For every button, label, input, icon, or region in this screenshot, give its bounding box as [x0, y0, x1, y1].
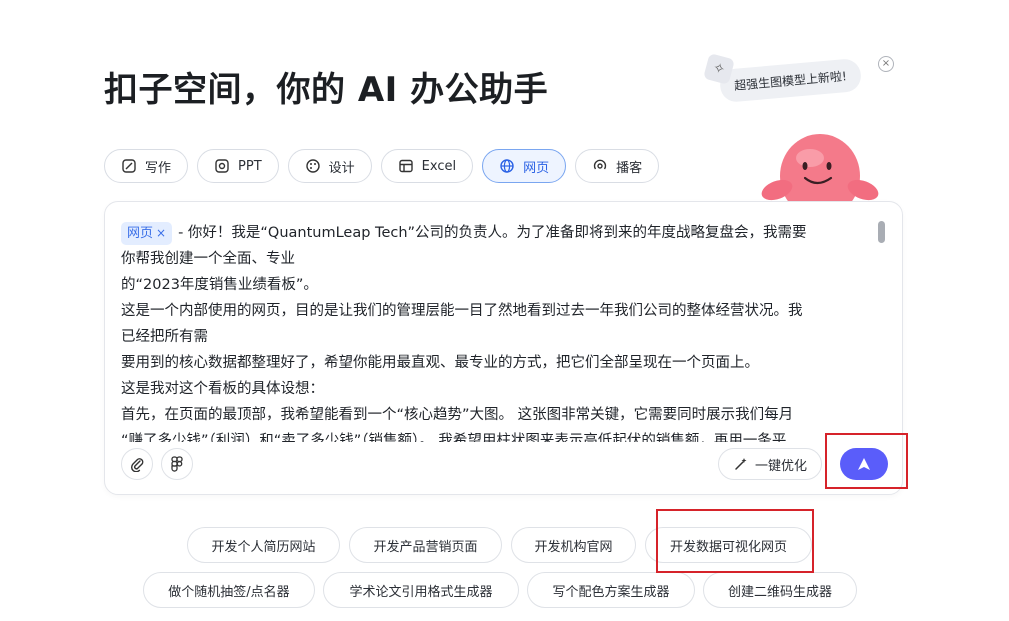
- figma-button[interactable]: [161, 448, 193, 480]
- promo-bubble[interactable]: 超强生图模型上新啦!: [718, 57, 862, 104]
- table-icon: [398, 159, 413, 173]
- optimize-button[interactable]: 一键优化: [718, 448, 823, 480]
- paperclip-icon: [130, 458, 144, 472]
- chip-label: 网页: [127, 226, 154, 241]
- tab-design[interactable]: 设计: [287, 149, 372, 183]
- prompt-line: 要用到的核心数据都整理好了，希望你能用最直观、最专业的方式，把它们全部呈现在一个…: [121, 355, 759, 371]
- highlight-send-annotation: [825, 433, 908, 489]
- globe-icon: [500, 159, 514, 173]
- suggestion-chip[interactable]: 开发个人简历网站: [187, 527, 340, 563]
- prompt-line: 已经把所有需: [121, 329, 208, 345]
- attach-button[interactable]: [121, 448, 153, 480]
- scrollbar-thumb[interactable]: [878, 221, 885, 243]
- tab-webpage[interactable]: 网页: [482, 149, 567, 183]
- prompt-composer[interactable]: 网页 × - 你好！我是“QuantumLeap Tech”公司的负责人。为了准备即…: [104, 201, 903, 495]
- mode-tabs: 写作 PPT 设计 Excel 网页 播客: [104, 149, 660, 183]
- tab-label: 播客: [616, 160, 643, 176]
- tab-label: 设计: [328, 160, 355, 176]
- pink-mascot: [761, 134, 879, 213]
- suggestion-chip[interactable]: 学术论文引用格式生成器: [323, 572, 519, 608]
- suggestion-chip[interactable]: 写个配色方案生成器: [527, 572, 695, 608]
- optimize-label: 一键优化: [755, 458, 808, 474]
- suggestion-chip[interactable]: 开发产品营销页面: [349, 527, 502, 563]
- prompt-line: 这是我对这个看板的具体设想：: [121, 381, 324, 397]
- prompt-textarea[interactable]: 网页 × - 你好！我是“QuantumLeap Tech”公司的负责人。为了准备即…: [121, 220, 879, 442]
- chip-close-icon[interactable]: ×: [156, 226, 166, 240]
- promo-banner[interactable]: 超强生图模型上新啦! ✧ ×: [700, 50, 915, 213]
- tab-write[interactable]: 写作: [104, 149, 189, 183]
- suggestion-chip[interactable]: 开发机构官网: [511, 527, 636, 563]
- prompt-line: “赚了多少钱”（利润）和“卖了多少钱”（销售额）。 我希望用柱状图来表示高低起伏…: [121, 433, 787, 442]
- page-title: 扣子空间，你的 AI 办公助手: [104, 70, 549, 110]
- prompt-line: 你帮我创建一个全面、专业: [121, 251, 295, 267]
- write-icon: [122, 159, 136, 173]
- close-icon[interactable]: ×: [878, 56, 894, 72]
- highlight-suggestion-annotation: [656, 509, 814, 573]
- ppt-icon: [215, 159, 229, 173]
- prompt-line-first: 网页 × - 你好！我是“QuantumLeap Tech”公司的负责人。为了准备即…: [121, 220, 879, 246]
- tab-label: 写作: [145, 160, 172, 176]
- prompt-line: 这是一个内部使用的网页，目的是让我们的管理层能一目了然地看到过去一年我们公司的整…: [121, 303, 803, 319]
- tab-excel[interactable]: Excel: [380, 149, 474, 183]
- tab-label: PPT: [238, 158, 262, 174]
- webpage-chip[interactable]: 网页 ×: [121, 222, 173, 245]
- prompt-line: 的“2023年度销售业绩看板”。: [121, 277, 318, 293]
- tab-label: Excel: [421, 158, 457, 174]
- tab-label: 网页: [523, 160, 550, 176]
- podcast-icon: [593, 159, 607, 170]
- prompt-line: 首先，在页面的最顶部，我希望能看到一个“核心趋势”大图。 这张图非常关键，它需要…: [121, 407, 794, 423]
- tab-podcast[interactable]: 播客: [575, 149, 660, 183]
- figma-icon: [171, 456, 183, 472]
- suggestion-chip[interactable]: 创建二维码生成器: [703, 572, 857, 608]
- tab-ppt[interactable]: PPT: [197, 149, 279, 183]
- suggestion-chip[interactable]: 做个随机抽签/点名器: [143, 572, 315, 608]
- prompt-text: - 你好！我是“QuantumLeap Tech”公司的负责人。为了准备即将到来…: [178, 225, 807, 241]
- palette-icon: [305, 159, 320, 173]
- magic-wand-icon: [735, 458, 747, 470]
